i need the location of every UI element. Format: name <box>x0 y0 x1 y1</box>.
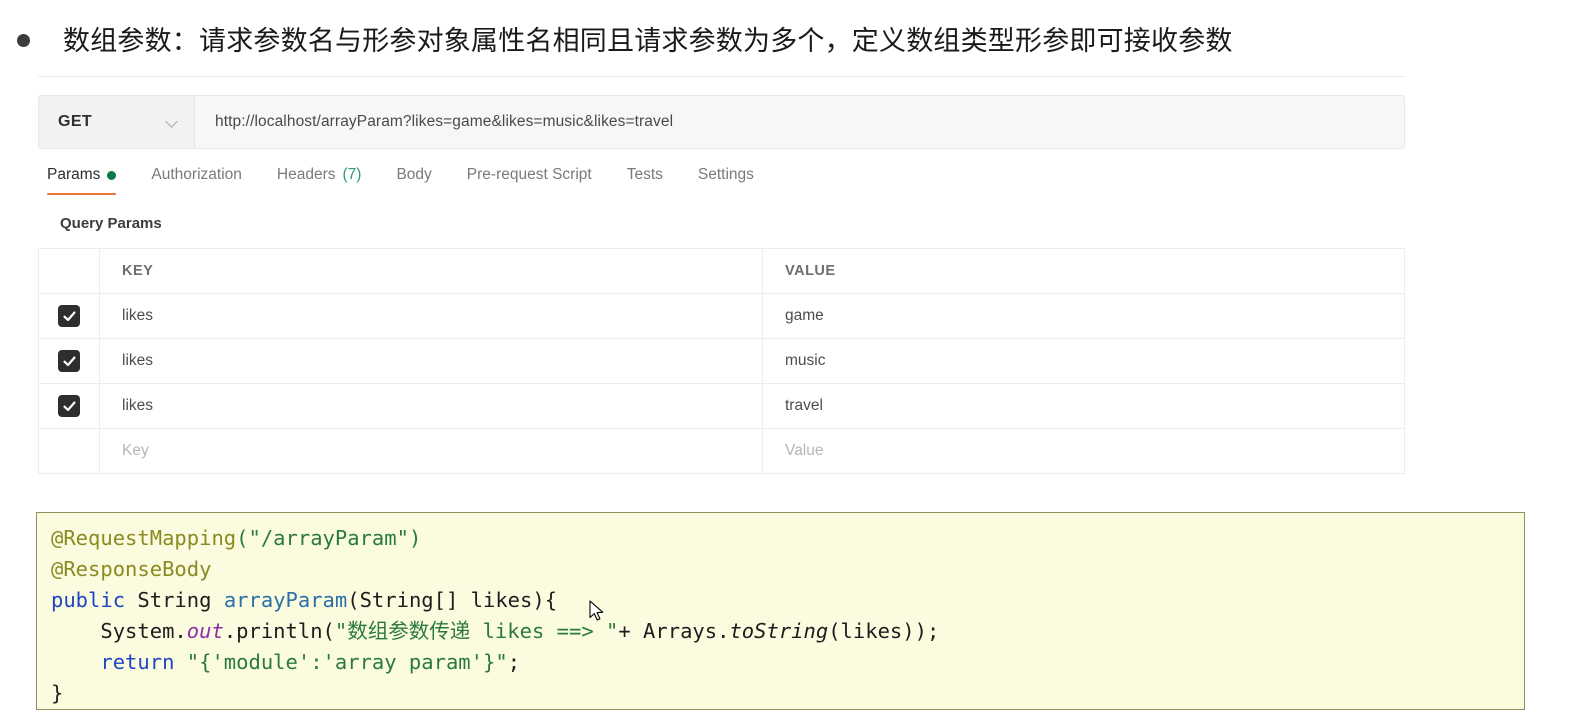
table-row[interactable]: likes game <box>38 293 1405 339</box>
screenshot-root: 数组参数：请求参数名与形参对象属性名相同且请求参数为多个，定义数组类型形参即可接… <box>0 0 1587 726</box>
empty-row-value-cell[interactable]: Value <box>762 428 1405 474</box>
method-label: GET <box>58 113 93 130</box>
tab-body-label: Body <box>396 166 432 183</box>
row-value-text: travel <box>785 397 823 414</box>
tab-tests-label: Tests <box>626 166 663 183</box>
url-text: http://localhost/arrayParam?likes=game&l… <box>215 113 674 130</box>
code-block: @RequestMapping("/arrayParam") @Response… <box>36 512 1525 710</box>
query-params-table: KEY VALUE likes game likes music likes t… <box>38 248 1405 474</box>
row-checkbox-cell[interactable] <box>38 383 100 429</box>
header-checkbox-cell <box>38 248 100 294</box>
tab-headers-label: Headers <box>276 166 336 183</box>
url-input[interactable]: http://localhost/arrayParam?likes=game&l… <box>195 96 1404 148</box>
empty-row-key-cell[interactable]: Key <box>99 428 763 474</box>
checkbox-checked-icon[interactable] <box>58 395 80 417</box>
row-key-text: likes <box>122 352 154 369</box>
code-closing-brace: } <box>51 681 64 705</box>
code-println-call: .println( <box>223 619 335 643</box>
code-system-object: System. <box>100 619 187 643</box>
table-row-empty[interactable]: Key Value <box>38 428 1405 474</box>
tab-authorization-label: Authorization <box>151 166 242 183</box>
code-println-string: "数组参数传递 likes ==> " <box>334 619 619 643</box>
row-key-text: likes <box>122 307 154 324</box>
tab-settings-label: Settings <box>697 166 754 183</box>
heading-text: 数组参数：请求参数名与形参对象属性名相同且请求参数为多个，定义数组类型形参即可接… <box>63 26 1233 56</box>
heading: 数组参数：请求参数名与形参对象属性名相同且请求参数为多个，定义数组类型形参即可接… <box>0 22 1560 60</box>
tab-body[interactable]: Body <box>396 166 448 195</box>
tab-headers-count: (7) <box>342 166 362 183</box>
code-annotation-requestmapping: @RequestMapping <box>51 526 237 550</box>
row-value-cell[interactable]: game <box>762 293 1405 339</box>
tab-authorization[interactable]: Authorization <box>151 166 258 195</box>
code-return-type: String <box>125 588 224 612</box>
table-header-row: KEY VALUE <box>38 248 1405 294</box>
code-concat-arrays: + Arrays. <box>618 619 730 643</box>
tab-pre-request-script[interactable]: Pre-request Script <box>467 166 609 195</box>
empty-row-key-placeholder: Key <box>122 442 149 459</box>
row-key-cell[interactable]: likes <box>99 338 763 384</box>
code-keyword-return: return <box>100 650 175 674</box>
row-key-cell[interactable]: likes <box>99 293 763 339</box>
table-row[interactable]: likes music <box>38 338 1405 384</box>
tab-tests[interactable]: Tests <box>627 166 680 195</box>
tab-headers[interactable]: Headers (7) <box>277 166 379 195</box>
code-static-tostring: toString <box>729 619 829 643</box>
row-value-text: music <box>785 352 826 369</box>
header-value: VALUE <box>762 248 1405 294</box>
code-mapping-path: "/arrayParam" <box>248 526 409 550</box>
checkbox-checked-icon[interactable] <box>58 350 80 372</box>
header-key: KEY <box>99 248 763 294</box>
tab-pre-request-script-label: Pre-request Script <box>466 166 592 183</box>
query-params-title: Query Params <box>60 215 162 232</box>
row-value-text: game <box>785 307 824 324</box>
heading-divider <box>38 76 1405 77</box>
code-annotation-responsebody: @ResponseBody <box>51 557 212 581</box>
request-tabs: Params Authorization Headers (7) Body Pr… <box>47 166 789 195</box>
row-key-text: likes <box>122 397 154 414</box>
code-field-out: out <box>186 619 224 643</box>
row-key-cell[interactable]: likes <box>99 383 763 429</box>
code-paren-close: ) <box>408 526 422 550</box>
code-tostring-args: (likes)); <box>828 619 940 643</box>
row-checkbox-cell[interactable] <box>38 293 100 339</box>
code-return-string: "{'module':'array param'}" <box>174 650 508 674</box>
bullet-dot-icon <box>17 34 30 47</box>
row-checkbox-cell[interactable] <box>38 338 100 384</box>
code-method-signature: (String[] likes){ <box>347 588 558 612</box>
tab-params-label: Params <box>47 166 101 183</box>
tab-params[interactable]: Params <box>47 166 133 195</box>
params-modified-dot-icon <box>107 170 117 180</box>
code-semicolon: ; <box>507 650 521 674</box>
request-bar: GET http://localhost/arrayParam?likes=ga… <box>38 95 1405 149</box>
code-keyword-public: public <box>51 588 126 612</box>
code-paren-open: ( <box>236 526 249 550</box>
method-selector[interactable]: GET <box>39 96 195 148</box>
row-value-cell[interactable]: travel <box>762 383 1405 429</box>
table-row[interactable]: likes travel <box>38 383 1405 429</box>
row-value-cell[interactable]: music <box>762 338 1405 384</box>
empty-row-checkbox-cell[interactable] <box>38 428 100 474</box>
chevron-down-icon[interactable] <box>166 116 178 128</box>
checkbox-checked-icon[interactable] <box>58 305 80 327</box>
empty-row-value-placeholder: Value <box>785 442 824 459</box>
code-method-name: arrayParam <box>223 588 348 612</box>
tab-settings[interactable]: Settings <box>698 166 771 195</box>
